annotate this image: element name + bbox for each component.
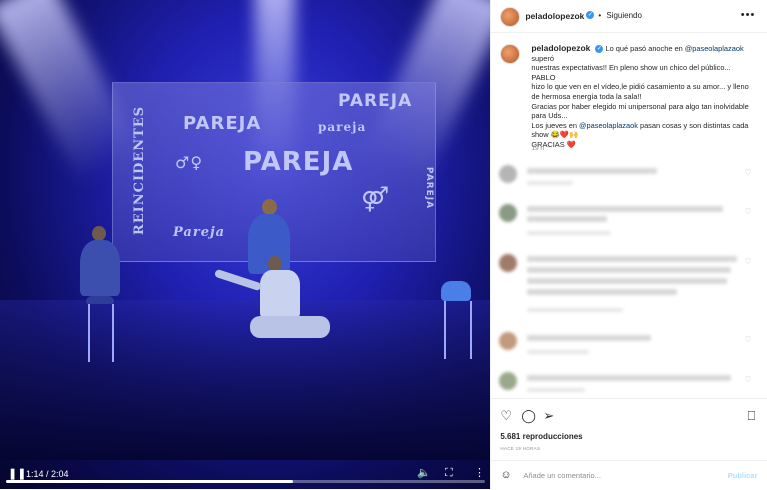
blurred-comment: ♡	[499, 204, 755, 238]
avatar	[499, 204, 518, 222]
caption-line: de hermosa energía toda la sala!!	[531, 91, 642, 101]
blurred-text	[527, 335, 652, 341]
backdrop-word: REINCIDENTES	[132, 105, 148, 236]
following-button[interactable]: Siguiendo	[606, 11, 642, 20]
heart-icon[interactable]: ♡	[500, 409, 512, 422]
caption-text: Los jueves en	[531, 120, 580, 130]
instagram-post: PAREJA PAREJA pareja PAREJA Pareja REINC…	[0, 0, 767, 489]
header-username[interactable]: peladolopezok	[525, 11, 584, 21]
bookmark-icon[interactable]: ⎕	[748, 409, 756, 422]
mention-link[interactable]: @paseolaplazaok	[685, 44, 744, 53]
comment-like-icon[interactable]: ♡	[744, 168, 751, 177]
separator-dot: •	[598, 11, 602, 20]
backdrop-word: pareja	[318, 120, 367, 134]
performer-head	[262, 199, 277, 215]
comment-like-icon[interactable]: ♡	[744, 207, 751, 216]
avatar	[499, 165, 518, 183]
backdrop-word: PAREJA	[338, 91, 413, 111]
video-progress-bar[interactable]	[6, 480, 485, 483]
blurred-comment: ♡	[499, 165, 755, 189]
add-comment-bar: ☺ Añade un comentario... Publicar	[491, 460, 767, 490]
performer-head	[92, 226, 106, 241]
comment-like-icon[interactable]: ♡	[744, 335, 751, 344]
caption-line: nuestras expectativas!! En pleno show un…	[531, 63, 731, 82]
blurred-text	[527, 289, 678, 295]
caption-line: para Uds...	[531, 111, 568, 121]
blurred-meta	[527, 308, 624, 312]
blurred-comment: ♡	[499, 332, 755, 360]
couple-symbol-icon: ♂♀	[175, 153, 204, 172]
caption-line: hizo lo que ven en el vídeo,le pidió cas…	[531, 82, 749, 92]
blurred-meta	[527, 350, 590, 354]
caption-text: Lo qué pasó anoche en	[605, 44, 685, 53]
stool-seat	[441, 281, 471, 301]
stool-seat	[86, 296, 114, 304]
volume-icon[interactable]: 🔈	[417, 468, 431, 479]
mention-link[interactable]: @paseolaplazaok	[579, 121, 638, 130]
view-count[interactable]: 5.681 reproducciones	[500, 432, 582, 441]
caption-text: superó	[531, 53, 554, 63]
stool-legs	[444, 301, 472, 359]
performer-head	[268, 256, 282, 271]
posted-time: HACE 19 HORAS	[500, 446, 541, 451]
backdrop-word: PAREJA	[243, 147, 354, 177]
blurred-text	[527, 206, 724, 212]
blurred-meta	[527, 231, 612, 235]
blurred-text	[527, 168, 658, 174]
comment-like-icon[interactable]: ♡	[744, 375, 751, 384]
comment-input[interactable]: Añade un comentario...	[523, 471, 601, 480]
blurred-text	[527, 375, 732, 381]
video-player[interactable]: PAREJA PAREJA pareja PAREJA Pareja REINC…	[0, 0, 491, 489]
caption-line: peladolopezok ✓ Lo qué pasó anoche en @pa…	[531, 43, 753, 63]
video-controls: ❚❚ 1:14 / 2:04 🔈 ⛶ ⋮	[0, 459, 490, 489]
caption-line: show 😂❤️🙌	[531, 130, 579, 140]
post-caption: peladolopezok ✓ Lo qué pasó anoche en @pa…	[531, 43, 753, 150]
caption-line: GRACIAS ❤️	[531, 139, 576, 149]
avatar[interactable]	[500, 7, 521, 27]
kneeling-man-legs	[250, 316, 330, 338]
avatar[interactable]	[500, 44, 521, 64]
blurred-meta	[527, 181, 574, 185]
blurred-comment: ♡	[499, 372, 755, 396]
caption-time: 19 h	[531, 145, 545, 152]
post-actions: ♡ ◯ ➢ ⎕	[491, 398, 767, 435]
blurred-meta	[527, 388, 586, 392]
blurred-text	[527, 216, 608, 222]
emoji-icon[interactable]: ☺	[500, 469, 511, 481]
avatar	[499, 332, 518, 350]
blurred-comment: ♡	[499, 254, 755, 320]
backdrop-word: Pareja	[173, 225, 226, 240]
seated-woman	[80, 240, 120, 296]
backdrop-word: PAREJA	[424, 166, 435, 210]
more-options-icon[interactable]: •••	[741, 9, 756, 21]
verified-badge-icon: ✓	[595, 45, 604, 54]
publish-button[interactable]: Publicar	[728, 471, 758, 480]
stage-floor	[0, 300, 491, 460]
pause-icon[interactable]: ❚❚	[8, 469, 26, 480]
blurred-text	[527, 256, 738, 262]
backdrop-word: PAREJA	[183, 113, 262, 134]
caption-text: pasan cosas y son distintas cada	[637, 120, 749, 130]
caption-line: Gracias por haber elegido mi unipersonal…	[531, 101, 749, 111]
more-vertical-icon[interactable]: ⋮	[474, 468, 485, 479]
video-time: 1:14 / 2:04	[26, 469, 69, 479]
share-icon[interactable]: ➢	[543, 409, 554, 422]
gender-symbol-icon: ⚤	[361, 185, 391, 213]
kneeling-man	[260, 270, 300, 318]
comment-icon[interactable]: ◯	[521, 409, 536, 422]
caption-line: Los jueves en @paseolaplazaok pasan cosa…	[531, 121, 753, 131]
fullscreen-icon[interactable]: ⛶	[445, 468, 453, 479]
avatar	[499, 372, 518, 390]
post-header: peladolopezok ✓ • Siguiendo •••	[491, 0, 767, 33]
blurred-text	[527, 267, 732, 273]
caption-username[interactable]: peladolopezok	[531, 43, 590, 53]
verified-badge-icon: ✓	[586, 11, 595, 19]
avatar	[499, 254, 518, 272]
comment-like-icon[interactable]: ♡	[744, 257, 751, 266]
video-progress-fill	[6, 480, 294, 483]
stool-legs	[88, 304, 114, 362]
post-side-panel: peladolopezok ✓ • Siguiendo ••• peladolo…	[490, 0, 767, 489]
blurred-text	[527, 278, 728, 284]
